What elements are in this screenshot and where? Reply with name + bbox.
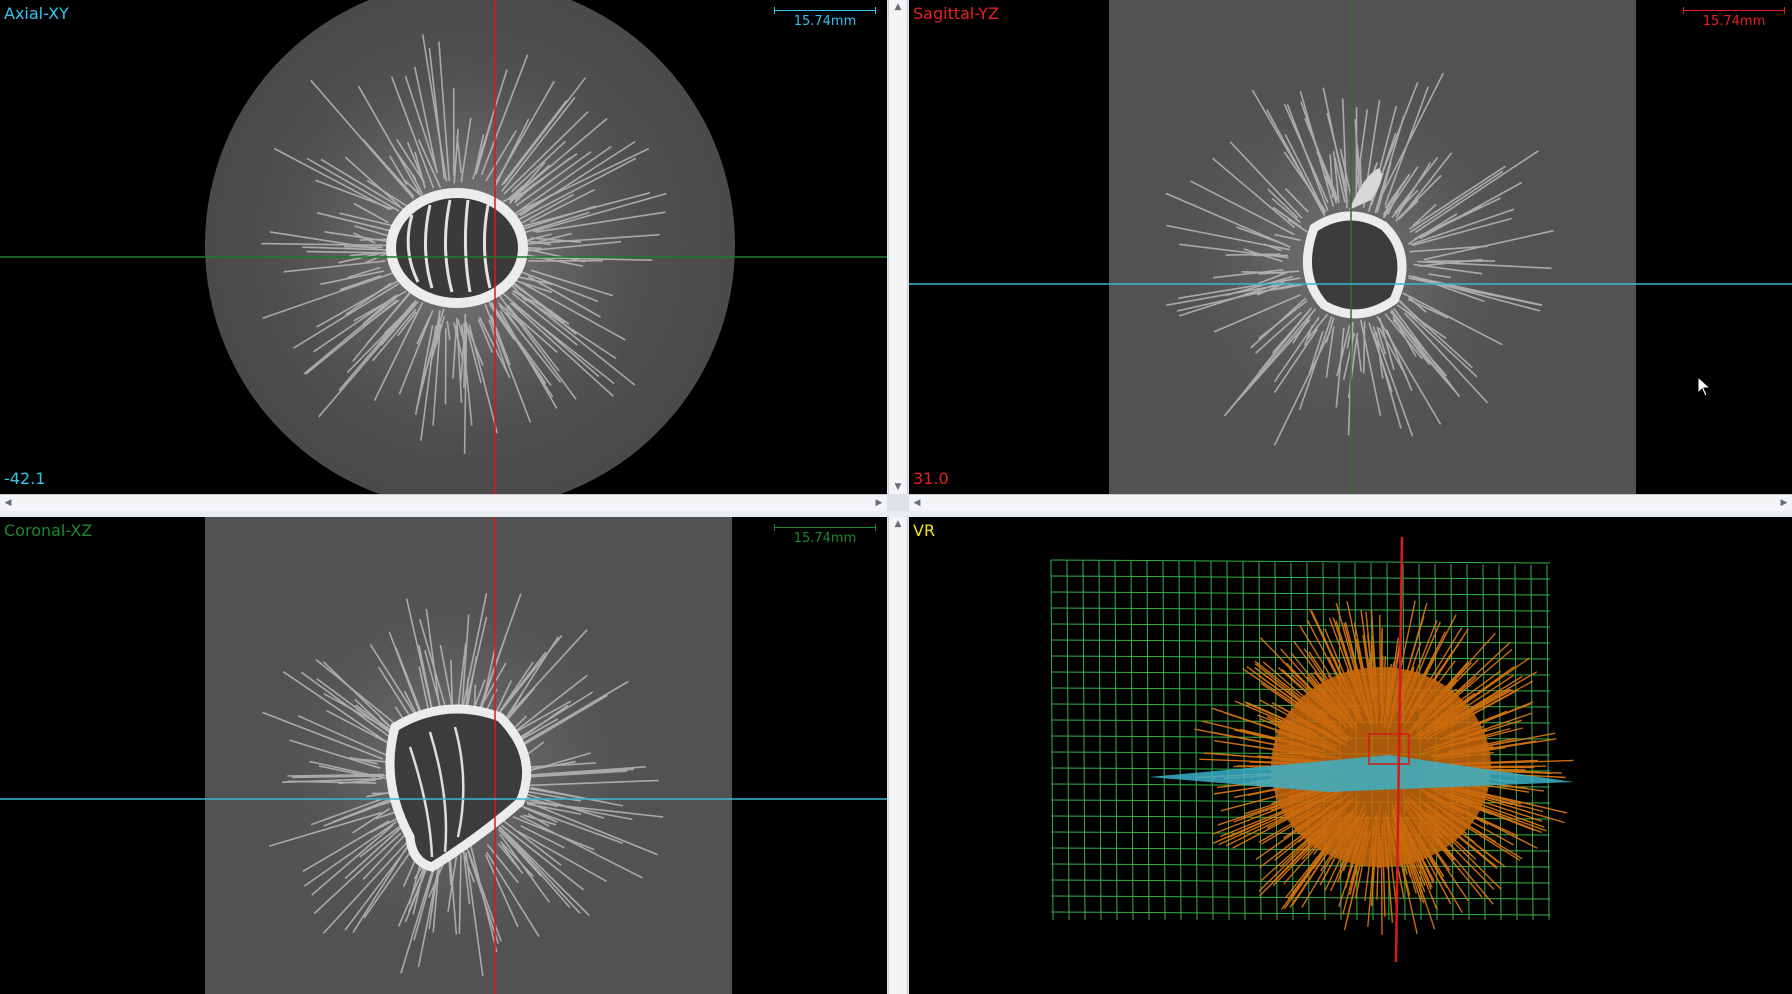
grid-line — [1050, 575, 1551, 580]
scale-bar-tick — [1683, 7, 1684, 14]
ct-quad-view-workspace: Axial-XY 15.74mm -42.1 Sagittal-YZ 15.74… — [0, 0, 1792, 994]
viewport-title: VR — [913, 521, 936, 540]
sagittal-horizontal-scrollbar[interactable]: ◀ ▶ — [909, 494, 1792, 511]
scroll-left-icon[interactable]: ◀ — [911, 497, 923, 509]
root-strand — [344, 245, 383, 249]
scroll-right-icon[interactable]: ▶ — [1778, 497, 1790, 509]
grid-line — [1130, 560, 1134, 921]
scale-bar-tick — [1784, 7, 1785, 14]
scroll-left-icon[interactable]: ◀ — [2, 497, 14, 509]
mouse-pointer-icon — [1697, 376, 1712, 397]
viewport-title: Axial-XY — [4, 4, 69, 23]
seed-shell — [1302, 211, 1407, 319]
slice-position: 31.0 — [913, 469, 949, 488]
scale-bar-tick — [875, 524, 876, 531]
grid-line — [1050, 911, 1551, 916]
scroll-up-icon[interactable]: ▲ — [892, 519, 904, 529]
slice-position: -42.1 — [4, 469, 46, 488]
grid-line — [1098, 560, 1102, 921]
sagittal-ct-image[interactable] — [909, 0, 1792, 494]
grid-line — [1050, 591, 1551, 596]
grid-line — [1162, 561, 1166, 921]
root-strand — [359, 238, 392, 241]
scale-bar-label: 15.74mm — [793, 14, 857, 29]
grid-line — [1050, 895, 1551, 900]
grid-line — [1066, 560, 1070, 921]
grid-line — [1050, 559, 1054, 921]
grid-line — [1178, 561, 1182, 921]
scroll-down-icon[interactable]: ▼ — [892, 482, 904, 492]
scale-bar-line — [774, 527, 876, 528]
viewport-title: Coronal-XZ — [4, 521, 93, 540]
scale-bar-tick — [774, 7, 775, 14]
grid-line — [1210, 561, 1214, 921]
grid-line — [1050, 639, 1551, 644]
axial-ct-image[interactable] — [0, 0, 887, 494]
bottom-vertical-scrollbar[interactable]: ▲ — [888, 517, 908, 994]
grid-line — [1226, 561, 1230, 921]
scale-bar-label: 15.74mm — [793, 531, 857, 546]
scale-bar-tick — [875, 7, 876, 14]
coronal-viewport[interactable]: Coronal-XZ 15.74mm — [0, 517, 887, 994]
grid-line — [1050, 559, 1551, 564]
grid-line — [1050, 607, 1551, 612]
scale-bar-label: 15.74mm — [1702, 14, 1766, 29]
scale-bar: 15.74mm — [774, 7, 876, 29]
scale-bar-tick — [774, 524, 775, 531]
scale-bar: 15.74mm — [774, 524, 876, 546]
scale-bar: 15.74mm — [1683, 7, 1785, 29]
grid-line — [1082, 560, 1086, 921]
seed-shell — [386, 188, 528, 308]
scroll-right-icon[interactable]: ▶ — [873, 497, 885, 509]
axial-horizontal-scrollbar[interactable]: ◀ ▶ — [0, 494, 887, 511]
volume-render-viewport[interactable]: VR — [909, 517, 1792, 994]
coronal-ct-image[interactable] — [0, 517, 887, 994]
scale-bar-line — [774, 10, 876, 11]
top-vertical-scrollbar[interactable]: ▲ ▼ — [888, 0, 908, 494]
scroll-up-icon[interactable]: ▲ — [892, 2, 904, 12]
root-strand — [1363, 321, 1366, 374]
axial-viewport[interactable]: Axial-XY 15.74mm -42.1 — [0, 0, 887, 494]
grid-line — [1114, 560, 1118, 921]
viewport-title: Sagittal-YZ — [913, 4, 999, 23]
grid-line — [1146, 560, 1150, 921]
volume-render-3d[interactable] — [909, 517, 1792, 994]
grid-line — [1194, 561, 1198, 921]
scale-bar-line — [1683, 10, 1785, 11]
grid-line — [1242, 561, 1246, 921]
sagittal-viewport[interactable]: Sagittal-YZ 15.74mm 31.0 — [909, 0, 1792, 494]
